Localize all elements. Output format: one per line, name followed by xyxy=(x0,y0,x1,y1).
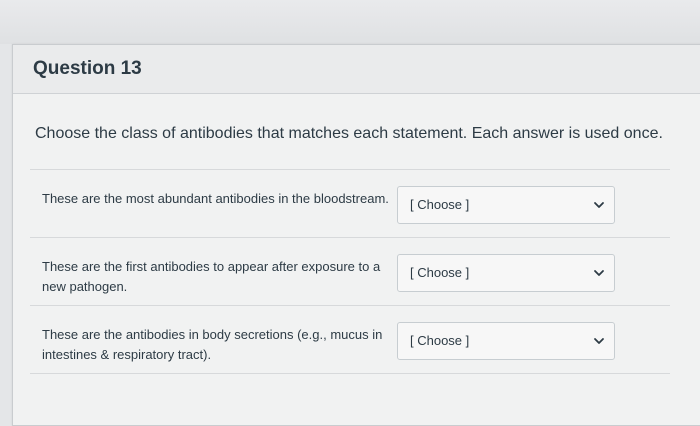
chevron-down-icon xyxy=(594,202,604,208)
question-prompt: Choose the class of antibodies that matc… xyxy=(35,125,663,142)
dropdown-selected-value: [ Choose ] xyxy=(410,333,470,348)
page-background xyxy=(0,0,700,44)
matching-row: These are the first antibodies to appear… xyxy=(30,238,670,306)
answer-dropdown[interactable]: [ Choose ] xyxy=(397,186,615,224)
statement-text: These are the antibodies in body secreti… xyxy=(42,327,383,362)
question-title: Question 13 xyxy=(33,58,142,79)
answer-dropdown[interactable]: [ Choose ] xyxy=(397,322,615,360)
chevron-down-icon xyxy=(594,338,604,344)
statement-text: These are the most abundant antibodies i… xyxy=(42,191,389,206)
matching-table: These are the most abundant antibodies i… xyxy=(30,169,670,374)
dropdown-selected-value: [ Choose ] xyxy=(410,197,470,212)
statement-text: These are the first antibodies to appear… xyxy=(42,259,381,294)
matching-row: These are the antibodies in body secreti… xyxy=(30,306,670,374)
question-header: Question 13 xyxy=(13,45,700,94)
question-card: Question 13 Choose the class of antibodi… xyxy=(12,44,700,426)
dropdown-selected-value: [ Choose ] xyxy=(410,265,470,280)
chevron-down-icon xyxy=(594,270,604,276)
answer-dropdown[interactable]: [ Choose ] xyxy=(397,254,615,292)
matching-row: These are the most abundant antibodies i… xyxy=(30,170,670,238)
